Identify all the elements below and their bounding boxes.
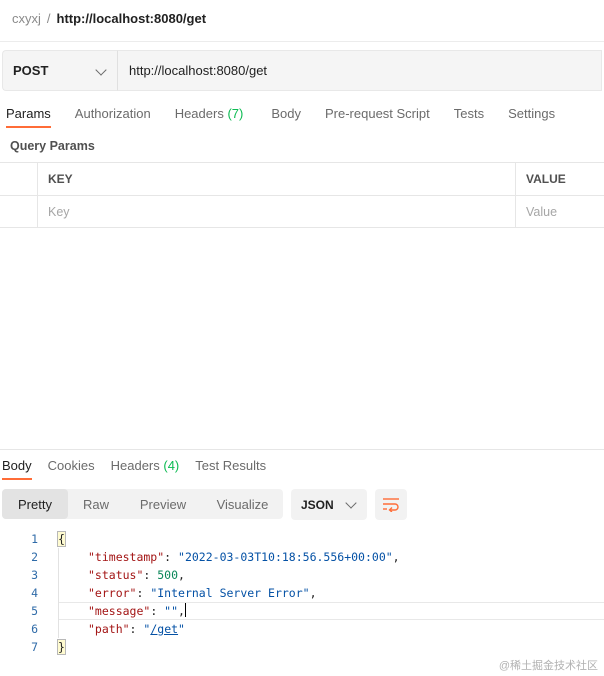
response-tabs: Body Cookies Headers (4) Test Results [0, 452, 266, 480]
view-visualize-button[interactable]: Visualize [202, 489, 283, 519]
code-line-current: 5 "message": "", [0, 602, 604, 620]
tab-headers[interactable]: Headers (7) [175, 98, 244, 128]
json-path-link[interactable]: /get [150, 622, 178, 636]
tab-count: (4) [163, 458, 180, 473]
response-tab-cookies[interactable]: Cookies [48, 452, 95, 480]
code-line: 2 "timestamp": "2022-03-03T10:18:56.556+… [0, 548, 604, 566]
line-number: 2 [31, 550, 38, 564]
json-value: "" [164, 604, 179, 618]
watermark: @稀土掘金技术社区 [498, 660, 598, 672]
request-tabs: Params Authorization Headers (7) Body Pr… [0, 98, 555, 128]
tab-tests[interactable]: Tests [454, 98, 484, 128]
code-line: 6 "path": "/get" [0, 620, 604, 638]
response-body-editor[interactable]: 1 { 2 "timestamp": "2022-03-03T10:18:56.… [0, 530, 604, 656]
json-key: "status" [88, 568, 144, 582]
view-preview-button[interactable]: Preview [124, 489, 202, 519]
view-pretty-button[interactable]: Pretty [2, 489, 68, 519]
json-value: "Internal Server Error" [150, 586, 310, 600]
tab-count: (7) [227, 106, 244, 121]
breadcrumb-workspace[interactable]: cxyxj [12, 11, 41, 26]
text-cursor [184, 603, 186, 617]
json-key: "message" [88, 604, 151, 618]
row-checkbox-cell [0, 196, 38, 227]
url-input[interactable]: http://localhost:8080/get [118, 50, 602, 91]
json-colon: : [136, 586, 151, 600]
code-line: 1 { [0, 530, 604, 548]
tab-label: Pre-request Script [324, 106, 430, 121]
request-url-bar: POST http://localhost:8080/get [2, 50, 602, 91]
tab-label: Test Results [195, 458, 267, 473]
checkbox-column-header [0, 163, 38, 195]
query-params-title: Query Params [10, 139, 95, 153]
value-column-header: VALUE [526, 172, 566, 186]
format-select[interactable]: JSON [291, 489, 367, 520]
method-label: POST [13, 63, 49, 78]
tab-label: Headers [110, 458, 160, 473]
code-line: 4 "error": "Internal Server Error", [0, 584, 604, 602]
json-comma: , [178, 604, 185, 618]
json-comma: , [309, 586, 317, 600]
breadcrumb: cxyxj / http://localhost:8080/get [12, 9, 206, 27]
tab-label: Headers [174, 106, 224, 121]
breadcrumb-separator: / [46, 10, 51, 26]
response-tab-test-results[interactable]: Test Results [195, 452, 266, 480]
line-number: 3 [31, 568, 38, 582]
code-line: 3 "status": 500, [0, 566, 604, 584]
value-input[interactable]: Value [516, 196, 604, 227]
header-divider [0, 41, 604, 42]
tab-params[interactable]: Params [6, 98, 51, 128]
open-brace: { [57, 531, 66, 547]
tab-body[interactable]: Body [271, 98, 301, 128]
json-quote: " [178, 622, 185, 636]
line-number: 5 [31, 604, 38, 618]
chevron-down-icon [95, 64, 107, 76]
response-tab-body[interactable]: Body [2, 452, 32, 480]
json-value: 500 [157, 568, 179, 582]
json-key: "path" [88, 622, 130, 636]
tab-label: Cookies [47, 458, 95, 473]
json-key: "timestamp" [88, 550, 165, 564]
json-colon: : [143, 568, 158, 582]
json-value: "2022-03-03T10:18:56.556+00:00" [178, 550, 393, 564]
json-comma: , [178, 568, 185, 582]
json-colon: : [150, 604, 165, 618]
response-divider[interactable] [0, 449, 604, 450]
table-row: Key Value [0, 195, 604, 228]
key-column-header: KEY [38, 163, 516, 195]
format-label: JSON [301, 497, 334, 512]
json-colon: : [164, 550, 179, 564]
tab-pre-request-script[interactable]: Pre-request Script [325, 98, 430, 128]
line-number: 7 [31, 640, 38, 654]
tab-label: Params [6, 106, 51, 121]
chevron-down-icon [345, 497, 357, 509]
line-number: 6 [31, 622, 38, 636]
view-mode-switcher: Pretty Raw Preview Visualize [2, 489, 283, 519]
tab-label: Authorization [74, 106, 151, 121]
table-header-row: KEY VALUE [0, 162, 604, 195]
method-select[interactable]: POST [2, 50, 118, 91]
wrap-lines-button[interactable] [375, 489, 407, 520]
response-tab-headers[interactable]: Headers (4) [111, 452, 180, 480]
code-line: 7 } [0, 638, 604, 656]
tab-label: Settings [508, 106, 556, 121]
json-key: "error" [88, 586, 137, 600]
tab-label: Body [271, 106, 301, 121]
view-raw-button[interactable]: Raw [68, 489, 124, 519]
tab-settings[interactable]: Settings [508, 98, 555, 128]
tab-label: Tests [453, 106, 485, 121]
line-number: 1 [31, 532, 38, 546]
key-input[interactable]: Key [38, 196, 516, 227]
query-params-table: KEY VALUE Key Value [0, 162, 604, 228]
json-colon: : [129, 622, 144, 636]
close-brace: } [57, 639, 66, 655]
tab-authorization[interactable]: Authorization [75, 98, 151, 128]
tab-label: Body [2, 458, 32, 473]
breadcrumb-request-name[interactable]: http://localhost:8080/get [57, 11, 207, 26]
line-number: 4 [31, 586, 38, 600]
json-comma: , [392, 550, 400, 564]
